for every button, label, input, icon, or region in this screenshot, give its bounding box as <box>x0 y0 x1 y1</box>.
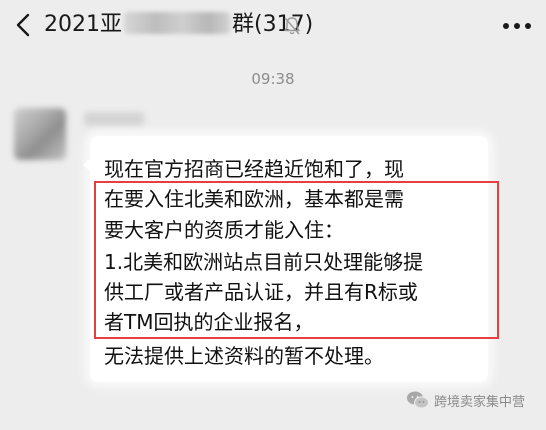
message-timestamp: 09:38 <box>251 70 295 88</box>
red-highlight-box <box>94 181 499 339</box>
message-line-1: 现在官方招商已经趋近饱和了，现 <box>104 157 404 181</box>
wechat-logo-icon <box>407 391 429 409</box>
watermark-text: 跨境卖家集中营 <box>434 394 526 410</box>
bell-off-icon <box>284 17 300 35</box>
message-line-7: 无法提供上述资料的暂不处理。 <box>104 344 384 368</box>
watermark: 跨境卖家集中营 <box>406 386 525 414</box>
blurred-name-region <box>124 12 230 34</box>
ellipsis-icon[interactable] <box>502 22 532 30</box>
blurred-sender-name <box>84 112 144 126</box>
avatar[interactable] <box>14 108 66 160</box>
chat-title: 2021亚 群(317) <box>44 11 313 39</box>
chat-title-prefix: 2021亚 <box>44 12 122 37</box>
chevron-left-icon[interactable] <box>14 12 36 38</box>
chat-header: 2021亚 群(317) <box>0 0 546 52</box>
